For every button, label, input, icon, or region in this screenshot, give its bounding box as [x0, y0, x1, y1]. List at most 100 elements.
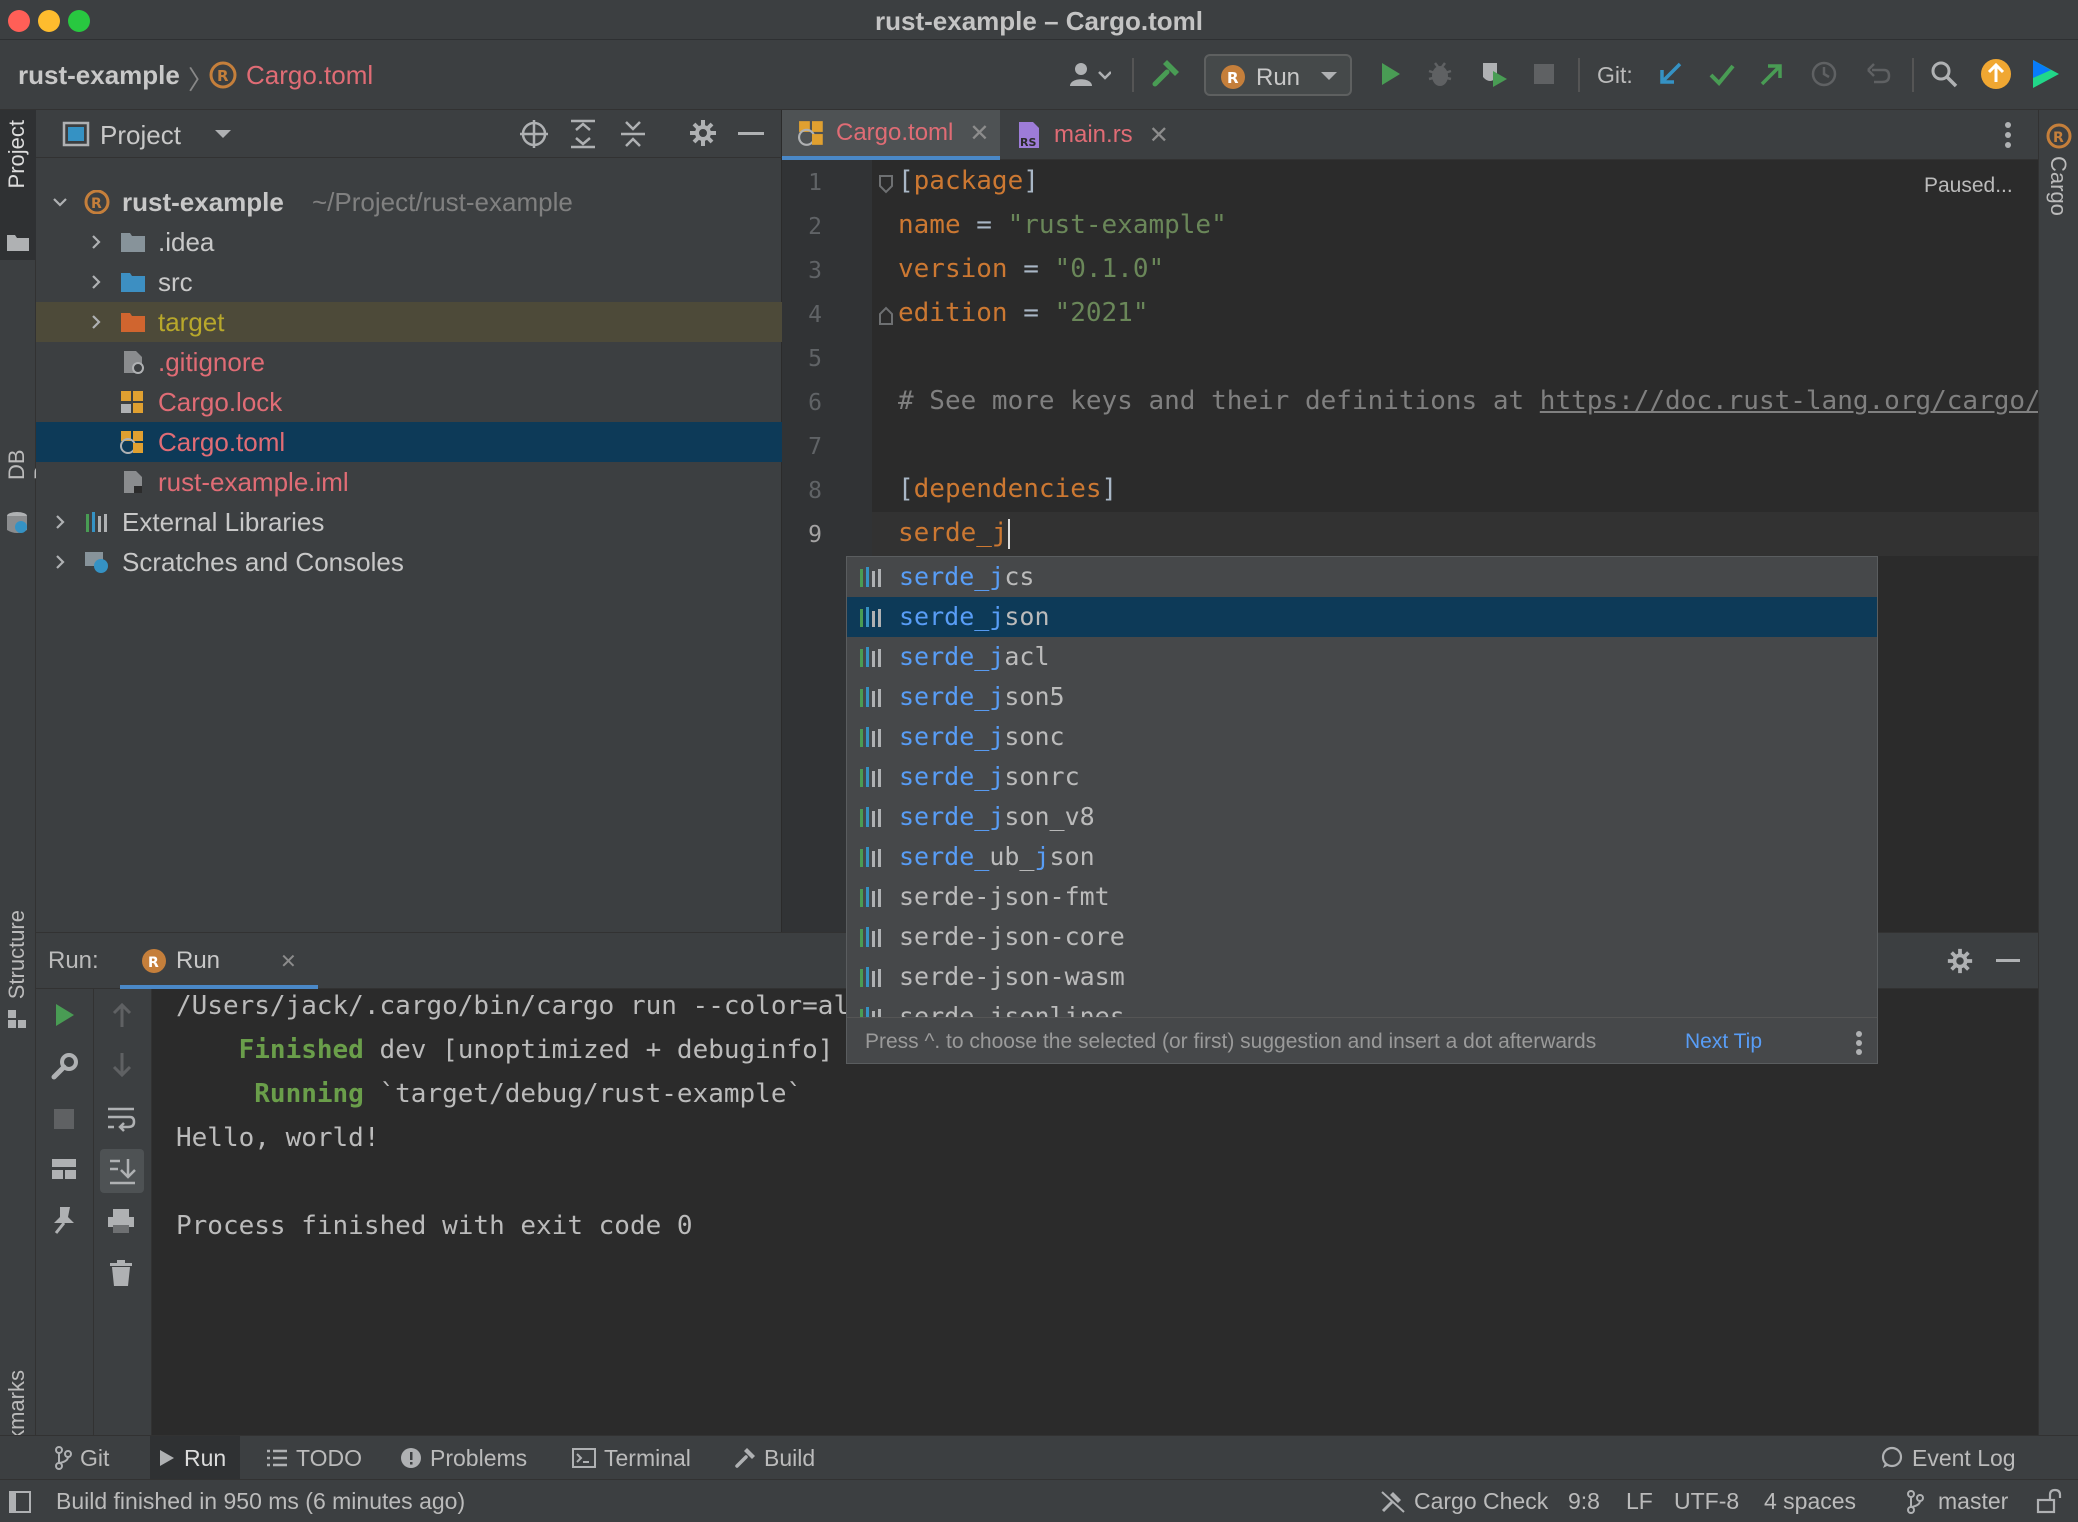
git-push-icon[interactable]: [1752, 54, 1792, 94]
tab-main-rs[interactable]: RS main.rs ✕: [1008, 110, 1178, 160]
close-tab-icon[interactable]: ✕: [280, 949, 297, 974]
git-commit-check-icon[interactable]: [1702, 54, 1742, 94]
tree-item-external-libraries[interactable]: External Libraries: [36, 502, 782, 542]
expand-all-icon[interactable]: [568, 118, 598, 150]
docs-link[interactable]: https://doc.rust-lang.org/cargo/: [1540, 386, 2038, 416]
completion-item[interactable]: serde_jacl: [847, 637, 1877, 677]
completion-item-label: serde-json-fmt: [899, 882, 1110, 911]
unlock-icon[interactable]: [2036, 1488, 2062, 1514]
structure-tool-tab[interactable]: Structure: [0, 810, 36, 1030]
tab-todo[interactable]: TODO: [266, 1436, 362, 1480]
tree-item-target[interactable]: target: [36, 302, 782, 342]
git-history-clock-icon[interactable]: [1804, 54, 1844, 94]
locate-crosshair-icon[interactable]: [518, 118, 550, 150]
gear-icon[interactable]: [688, 118, 718, 148]
breadcrumb-project[interactable]: rust-example: [18, 60, 180, 91]
completion-item[interactable]: serde_json5: [847, 677, 1877, 717]
library-icon: [86, 512, 107, 532]
title-bar: rust-example – Cargo.toml: [0, 0, 2078, 40]
tree-item-rust-example[interactable]: R rust-example ~/Project/rust-example: [36, 182, 782, 222]
right-tool-strip: R Cargo: [2038, 110, 2078, 1435]
file-encoding[interactable]: UTF-8: [1674, 1480, 1739, 1522]
ide-update-icon[interactable]: [1976, 54, 2016, 94]
stop-icon[interactable]: [1524, 54, 1564, 94]
stop-icon[interactable]: [52, 1107, 76, 1131]
db-browser-tool-tab[interactable]: DB Browser: [0, 270, 55, 533]
cargo-toml-file-icon: [120, 431, 143, 454]
tree-item-src[interactable]: src: [36, 262, 782, 302]
cargo-tool-tab[interactable]: R Cargo: [2039, 120, 2078, 230]
text-caret: [1007, 518, 1010, 549]
tab-event-log[interactable]: Event Log: [1880, 1436, 2016, 1480]
close-tab-icon[interactable]: ✕: [969, 119, 989, 148]
folder-icon: [121, 233, 145, 252]
completion-item[interactable]: serde_jsonrc: [847, 757, 1877, 797]
git-update-icon[interactable]: [1650, 54, 1690, 94]
indent-setting[interactable]: 4 spaces: [1764, 1480, 1856, 1522]
layout-icon[interactable]: [50, 1157, 78, 1181]
rust-project-icon: R: [84, 190, 110, 214]
scroll-to-end-toggle[interactable]: [100, 1149, 144, 1193]
down-arrow-icon[interactable]: [108, 1051, 136, 1079]
hide-panel-icon[interactable]: [738, 132, 764, 135]
completion-item[interactable]: serde_jcs: [847, 557, 1877, 597]
soft-wrap-icon[interactable]: [106, 1105, 136, 1133]
tree-item-cargo-toml[interactable]: Cargo.toml: [36, 422, 782, 462]
tab-run[interactable]: Run: [150, 1436, 240, 1480]
tree-label: rust-example.iml: [158, 467, 349, 497]
project-tool-tab[interactable]: Project: [0, 110, 36, 260]
tab-git[interactable]: Git: [54, 1436, 109, 1480]
completion-item[interactable]: serde_ub_json: [847, 837, 1877, 877]
cargo-check-status[interactable]: Cargo Check: [1414, 1480, 1548, 1522]
tree-item-iml[interactable]: rust-example.iml: [36, 462, 782, 502]
print-icon[interactable]: [106, 1207, 136, 1235]
tree-item-gitignore[interactable]: .gitignore: [36, 342, 782, 382]
fold-icon[interactable]: [878, 306, 894, 326]
hide-panel-icon[interactable]: [1996, 959, 2020, 962]
tree-item-scratches[interactable]: Scratches and Consoles: [36, 542, 782, 582]
project-panel-header: Project: [36, 110, 782, 158]
rerun-icon[interactable]: [50, 1001, 78, 1029]
pin-icon[interactable]: [50, 1205, 78, 1235]
run-configuration-select[interactable]: R Run: [1204, 54, 1352, 96]
toggle-tool-windows-icon[interactable]: [8, 1490, 32, 1514]
search-icon[interactable]: [1924, 54, 1964, 94]
collapse-all-icon[interactable]: [618, 118, 648, 150]
tab-problems[interactable]: Problems: [400, 1436, 527, 1480]
tab-run-output[interactable]: R Run ✕: [120, 933, 318, 989]
completion-item[interactable]: serde_json: [847, 597, 1877, 637]
tab-build[interactable]: Build: [734, 1436, 815, 1480]
completion-item[interactable]: serde-json-wasm: [847, 957, 1877, 997]
line-separator[interactable]: LF: [1626, 1480, 1653, 1522]
more-options-icon[interactable]: [1855, 1030, 1863, 1056]
up-arrow-icon[interactable]: [108, 1001, 136, 1029]
build-hammer-icon[interactable]: [1145, 54, 1185, 94]
caret-position[interactable]: 9:8: [1568, 1480, 1600, 1522]
more-options-icon[interactable]: [2004, 120, 2012, 150]
tab-terminal[interactable]: Terminal: [572, 1436, 691, 1480]
tab-cargo-toml[interactable]: Cargo.toml ✕: [782, 110, 1000, 160]
view-mode-chevron-icon[interactable]: [212, 124, 234, 144]
tree-item-idea[interactable]: .idea: [36, 222, 782, 262]
wrench-icon[interactable]: [50, 1053, 78, 1081]
run-with-coverage-icon[interactable]: [1474, 54, 1514, 94]
crate-library-icon: [860, 927, 881, 947]
git-branch-name[interactable]: master: [1938, 1480, 2008, 1522]
jetbrains-toolbox-icon[interactable]: [2026, 54, 2066, 94]
git-rollback-icon[interactable]: [1858, 54, 1898, 94]
project-panel-title[interactable]: Project: [100, 120, 181, 151]
close-tab-icon[interactable]: ✕: [1149, 121, 1169, 150]
completion-item[interactable]: serde-json-fmt: [847, 877, 1877, 917]
completion-item[interactable]: serde_jsonc: [847, 717, 1877, 757]
next-tip-link[interactable]: Next Tip: [1685, 1018, 1762, 1063]
breadcrumb-file[interactable]: Cargo.toml: [246, 60, 373, 91]
user-account-icon[interactable]: [1062, 54, 1116, 94]
completion-item[interactable]: serde_json_v8: [847, 797, 1877, 837]
tree-item-cargo-lock[interactable]: Cargo.lock: [36, 382, 782, 422]
completion-item[interactable]: serde-json-core: [847, 917, 1877, 957]
run-icon[interactable]: [1370, 54, 1410, 94]
gear-icon[interactable]: [1946, 947, 1974, 975]
debug-bug-icon[interactable]: [1420, 54, 1460, 94]
trash-icon[interactable]: [108, 1259, 134, 1287]
fold-icon[interactable]: [878, 174, 894, 194]
